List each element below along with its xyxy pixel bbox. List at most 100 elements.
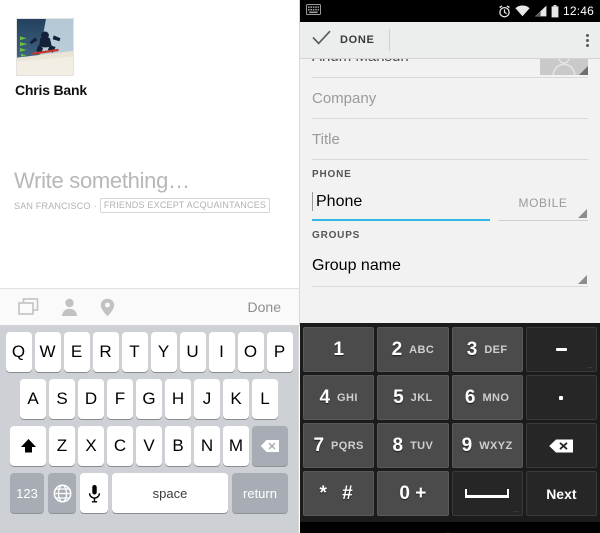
keypad-key-period[interactable] xyxy=(525,375,597,420)
status-bar-clock: 12:46 xyxy=(562,4,594,18)
title-field-placeholder[interactable]: Title xyxy=(312,131,340,148)
return-key[interactable]: return xyxy=(232,473,288,513)
audience-chip[interactable]: FRIENDS EXCEPT ACQUAINTANCES xyxy=(99,198,271,213)
spacebar-icon xyxy=(465,489,510,498)
key-z[interactable]: Z xyxy=(49,426,75,466)
groups-section-label: GROUPS xyxy=(312,230,361,241)
keyboard-icon xyxy=(306,4,321,18)
composer[interactable]: Write something… SAN FRANCISCO · FRIENDS… xyxy=(14,168,286,213)
keypad-key-3-letters: DEF xyxy=(484,343,508,356)
author-name: Chris Bank xyxy=(15,82,87,98)
space-key[interactable]: space xyxy=(112,473,228,513)
backspace-key[interactable] xyxy=(252,426,288,466)
key-j[interactable]: J xyxy=(194,379,220,419)
photo-corner-marker xyxy=(579,66,588,75)
keypad-key-space[interactable]: ... xyxy=(451,471,523,516)
numbers-key[interactable]: 123 xyxy=(10,473,44,513)
key-v[interactable]: V xyxy=(136,426,162,466)
photos-icon[interactable] xyxy=(18,298,39,316)
key-l[interactable]: L xyxy=(252,379,278,419)
contact-photo-picker[interactable] xyxy=(540,59,588,75)
key-p[interactable]: P xyxy=(266,332,293,372)
company-field-row[interactable]: Company xyxy=(312,78,588,119)
key-m[interactable]: M xyxy=(223,426,249,466)
key-h[interactable]: H xyxy=(165,379,191,419)
phone-type-spinner[interactable]: MOBILE xyxy=(498,186,588,221)
key-o[interactable]: O xyxy=(237,332,264,372)
android-status-bar: 12:46 xyxy=(300,0,600,22)
key-x[interactable]: X xyxy=(78,426,104,466)
keypad-key-zero[interactable]: 0 + xyxy=(377,471,449,516)
keypad-key-5-letters: JKL xyxy=(410,391,433,404)
overflow-dot xyxy=(586,33,589,37)
overflow-menu-icon[interactable] xyxy=(586,33,589,47)
keypad-row-4: * # 0 + ... Next xyxy=(303,471,597,516)
phone-input[interactable]: Phone xyxy=(312,185,490,221)
key-e[interactable]: E xyxy=(63,332,90,372)
keypad-key-9-letters: WXYZ xyxy=(479,439,513,452)
spinner-triangle-icon xyxy=(578,275,587,284)
key-n[interactable]: N xyxy=(194,426,220,466)
keypad-key-9[interactable]: 9 WXYZ xyxy=(451,423,523,468)
title-field-row[interactable]: Title xyxy=(312,119,588,160)
key-d[interactable]: D xyxy=(78,379,104,419)
company-field-placeholder[interactable]: Company xyxy=(312,90,376,107)
key-hint-dots: ... xyxy=(513,508,519,514)
key-w[interactable]: W xyxy=(34,332,61,372)
shift-key[interactable] xyxy=(10,426,46,466)
location-label[interactable]: SAN FRANCISCO xyxy=(14,201,91,211)
screenshot-root: Chris Bank Write something… SAN FRANCISC… xyxy=(0,0,600,533)
dash-icon xyxy=(555,348,567,351)
avatar[interactable] xyxy=(16,18,74,76)
mic-key[interactable] xyxy=(80,473,108,513)
key-b[interactable]: B xyxy=(165,426,191,466)
name-field-row[interactable]: Anum Mansuri xyxy=(312,59,588,78)
key-i[interactable]: I xyxy=(208,332,235,372)
key-k[interactable]: K xyxy=(223,379,249,419)
keypad-key-8[interactable]: 8 TUV xyxy=(377,423,449,468)
location-pin-icon[interactable] xyxy=(100,298,115,317)
name-field-value[interactable]: Anum Mansuri xyxy=(312,59,409,65)
keypad-key-delete[interactable] xyxy=(525,423,597,468)
key-r[interactable]: R xyxy=(92,332,119,372)
keypad-key-4[interactable]: 4 GHI xyxy=(303,375,375,420)
ios-composer-toolbar: Done xyxy=(0,288,300,326)
phone-field-placeholder[interactable]: Phone xyxy=(312,193,362,211)
keypad-key-1[interactable]: 1 xyxy=(303,327,375,372)
keypad-key-next[interactable]: Next xyxy=(525,471,597,516)
key-t[interactable]: T xyxy=(121,332,148,372)
keypad-key-star-hash[interactable]: * # xyxy=(303,471,375,516)
keypad-key-6-number: 6 xyxy=(464,386,476,408)
globe-key[interactable] xyxy=(48,473,76,513)
phone-type-value: MOBILE xyxy=(518,196,568,210)
key-q[interactable]: Q xyxy=(5,332,32,372)
key-hint-dots: ... xyxy=(587,364,593,370)
group-field-row[interactable]: Group name xyxy=(312,246,588,287)
action-bar-divider xyxy=(388,29,390,51)
group-field-placeholder[interactable]: Group name xyxy=(312,257,401,275)
composer-placeholder[interactable]: Write something… xyxy=(14,168,286,194)
tag-person-icon[interactable] xyxy=(61,298,78,316)
keypad-key-3[interactable]: 3 DEF xyxy=(451,327,523,372)
key-c[interactable]: C xyxy=(107,426,133,466)
keypad-key-7[interactable]: 7 PQRS xyxy=(303,423,375,468)
keypad-key-5-number: 5 xyxy=(393,386,404,408)
android-done-label: DONE xyxy=(340,34,375,46)
keypad-key-6[interactable]: 6 MNO xyxy=(451,375,523,420)
key-u[interactable]: U xyxy=(179,332,206,372)
key-y[interactable]: Y xyxy=(150,332,177,372)
keypad-key-2[interactable]: 2 ABC xyxy=(377,327,449,372)
ios-done-button[interactable]: Done xyxy=(248,299,281,315)
keypad-key-dash[interactable]: ... xyxy=(525,327,597,372)
ios-composer-area: Chris Bank Write something… SAN FRANCISC… xyxy=(0,0,300,288)
keypad-key-next-label: Next xyxy=(546,485,577,502)
keypad-key-5[interactable]: 5 JKL xyxy=(377,375,449,420)
android-done-button[interactable]: DONE xyxy=(300,22,389,58)
check-icon xyxy=(312,30,331,50)
key-a[interactable]: A xyxy=(20,379,46,419)
key-f[interactable]: F xyxy=(107,379,133,419)
keypad-key-9-number: 9 xyxy=(461,434,473,456)
spinner-triangle-icon xyxy=(578,209,587,218)
key-g[interactable]: G xyxy=(136,379,162,419)
key-s[interactable]: S xyxy=(49,379,75,419)
